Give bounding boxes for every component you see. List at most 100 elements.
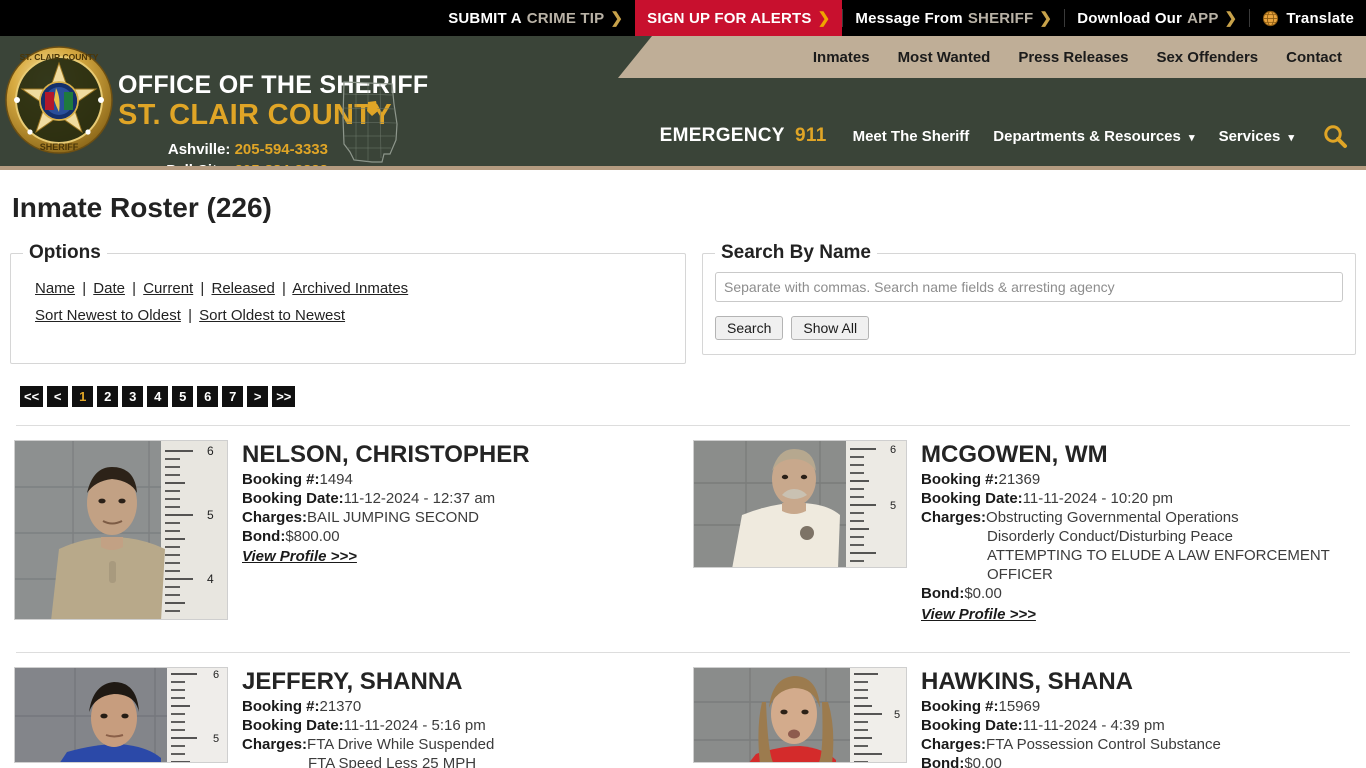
inmate-record: 6 5 4 NELSON, CHRISTOPHER Booking #:1494 (10, 426, 677, 634)
chevron-right-icon: ❯ (817, 10, 831, 27)
mugshot-photo[interactable]: 6 5 (693, 440, 907, 568)
search-button[interactable]: Search (715, 316, 784, 340)
option-link-archived-inmates[interactable]: Archived Inmates (292, 280, 408, 297)
pagination-page-3[interactable]: 3 (122, 386, 144, 407)
emergency-label: EMERGENCY (659, 125, 785, 146)
show-all-button[interactable]: Show All (791, 316, 870, 340)
inmate-details: NELSON, CHRISTOPHER Booking #:1494 Booki… (242, 440, 530, 624)
svg-text:SHERIFF: SHERIFF (40, 142, 79, 152)
inmate-roster-list-2: 6 5 JEFFERY, SHANNA Booking #:21370 Book… (10, 653, 1356, 768)
inmate-booking-date: Booking Date:11-11-2024 - 5:16 pm (242, 716, 494, 735)
topbar-item-crime-tip[interactable]: SUBMIT A CRIME TIP ❯ (436, 0, 635, 36)
page-title: Inmate Roster (226) (12, 192, 272, 223)
alabama-map-icon (342, 81, 398, 163)
option-link-date[interactable]: Date (93, 280, 125, 297)
svg-text:5: 5 (890, 500, 896, 512)
inmate-charge-line: OFFICER (987, 566, 1053, 584)
mugshot-photo[interactable]: 6 5 4 (14, 440, 228, 620)
nav-item-label: Services (1218, 127, 1281, 145)
search-icon (1324, 125, 1347, 148)
separator: | (82, 280, 87, 297)
field-label: Charges: (242, 509, 308, 527)
pagination-first[interactable]: << (20, 386, 44, 407)
nav-item-departments-resources[interactable]: Departments & Resources ▾ (981, 128, 1206, 145)
separator: | (282, 280, 286, 297)
primary-nav: EMERGENCY 911 Meet The Sheriff Departmen… (660, 114, 1356, 158)
field-label: Booking #: (242, 471, 320, 489)
mugshot-image: 6 5 (694, 441, 906, 567)
topbar-label-strong: Download Our (1077, 9, 1183, 27)
chevron-down-icon: ▾ (1288, 131, 1294, 144)
pagination-page-7[interactable]: 7 (222, 386, 244, 407)
search-legend: Search By Name (721, 242, 871, 263)
svg-text:5: 5 (207, 508, 214, 522)
nav-item-services[interactable]: Services ▾ (1207, 128, 1306, 145)
topbar-item-message-from-sheriff[interactable]: Message From SHERIFF ❯ (843, 0, 1064, 36)
search-input[interactable] (715, 272, 1343, 302)
options-legend: Options (29, 242, 101, 263)
option-link-name[interactable]: Name (35, 280, 75, 297)
search-button-row: Search Show All (715, 316, 1343, 340)
pagination-page-1[interactable]: 1 (72, 386, 94, 407)
sheriff-badge-icon[interactable]: ST. CLAIR COUNTY SHERIFF (4, 44, 114, 156)
view-profile-link[interactable]: View Profile >>> (921, 606, 1036, 623)
nav-item-inmates[interactable]: Inmates (799, 49, 884, 66)
inmate-details: HAWKINS, SHANA Booking #:15969 Booking D… (921, 667, 1221, 768)
inmate-charges: Charges:Obstructing Governmental Operati… (921, 508, 1330, 527)
pagination-page-4[interactable]: 4 (147, 386, 169, 407)
pagination-page-6[interactable]: 6 (197, 386, 219, 407)
phone-row-pell-city[interactable]: Pell City: 205-884-3333 (118, 160, 328, 166)
option-link-sort-newest-to-oldest[interactable]: Sort Newest to Oldest (35, 307, 181, 324)
topbar-item-download-app[interactable]: Download Our APP ❯ (1065, 0, 1249, 36)
pagination-page-2[interactable]: 2 (97, 386, 119, 407)
field-value: 15969 (998, 697, 1041, 715)
topbar-item-sign-up-alerts[interactable]: SIGN UP FOR ALERTS ❯ (635, 0, 843, 36)
svg-text:6: 6 (213, 669, 219, 681)
emergency-number: 911 (795, 125, 827, 146)
field-label: Booking #: (242, 697, 320, 715)
inmate-name: JEFFERY, SHANNA (242, 667, 463, 695)
pagination-page-5[interactable]: 5 (172, 386, 194, 407)
search-toggle-button[interactable] (1320, 121, 1350, 151)
inmate-booking-date: Booking Date:11-11-2024 - 4:39 pm (921, 716, 1221, 735)
filter-panels: Options Name | Date | Current | Released… (10, 242, 1356, 364)
svg-text:6: 6 (207, 444, 214, 458)
options-row-filters: Name | Date | Current | Released | Archi… (35, 280, 673, 297)
nav-item-contact[interactable]: Contact (1272, 49, 1356, 66)
nav-item-most-wanted[interactable]: Most Wanted (884, 49, 1005, 66)
field-value: BAIL JUMPING SECOND (307, 509, 480, 527)
field-label: Booking Date: (921, 716, 1023, 734)
inmate-charge-line: ATTEMPTING TO ELUDE A LAW ENFORCEMENT (987, 547, 1330, 565)
topbar-label-strong: SUBMIT A (448, 9, 522, 27)
pagination-next[interactable]: > (247, 386, 269, 407)
view-profile-link[interactable]: View Profile >>> (242, 548, 357, 565)
topbar-item-translate[interactable]: Translate (1250, 0, 1366, 36)
mugshot-image: 5 (694, 667, 906, 762)
field-value: FTA Drive While Suspended (307, 735, 495, 753)
phone-number[interactable]: 205-884-3333 (235, 162, 328, 166)
nav-item-sex-offenders[interactable]: Sex Offenders (1142, 49, 1272, 66)
pagination: << < 1 2 3 4 5 6 7 > >> (20, 386, 1356, 407)
phone-number[interactable]: 205-594-3333 (235, 141, 328, 158)
field-value: 11-11-2024 - 4:39 pm (1022, 716, 1165, 734)
separator: | (200, 280, 205, 297)
option-link-sort-oldest-to-newest[interactable]: Sort Oldest to Newest (199, 307, 345, 324)
globe-icon (1263, 10, 1279, 26)
pagination-last[interactable]: >> (272, 386, 296, 407)
field-value: 1494 (319, 471, 353, 489)
options-panel: Options Name | Date | Current | Released… (10, 242, 686, 364)
mugshot-photo[interactable]: 6 5 (14, 666, 228, 763)
options-row-sorting: Sort Newest to Oldest | Sort Oldest to N… (35, 307, 673, 324)
mugshot-image: 6 5 (15, 667, 227, 762)
field-value: 21370 (319, 697, 362, 715)
search-panel: Search By Name Search Show All (702, 242, 1356, 355)
topbar-label-muted: APP (1187, 9, 1219, 27)
option-link-current[interactable]: Current (143, 280, 193, 297)
phone-row-ashville[interactable]: Ashville: 205-594-3333 (118, 139, 328, 161)
nav-item-meet-the-sheriff[interactable]: Meet The Sheriff (841, 128, 982, 145)
pagination-prev[interactable]: < (47, 386, 69, 407)
option-link-released[interactable]: Released (211, 280, 274, 297)
nav-item-press-releases[interactable]: Press Releases (1004, 49, 1142, 66)
mugshot-photo[interactable]: 5 (693, 666, 907, 763)
field-value: 11-11-2024 - 5:16 pm (343, 716, 486, 734)
